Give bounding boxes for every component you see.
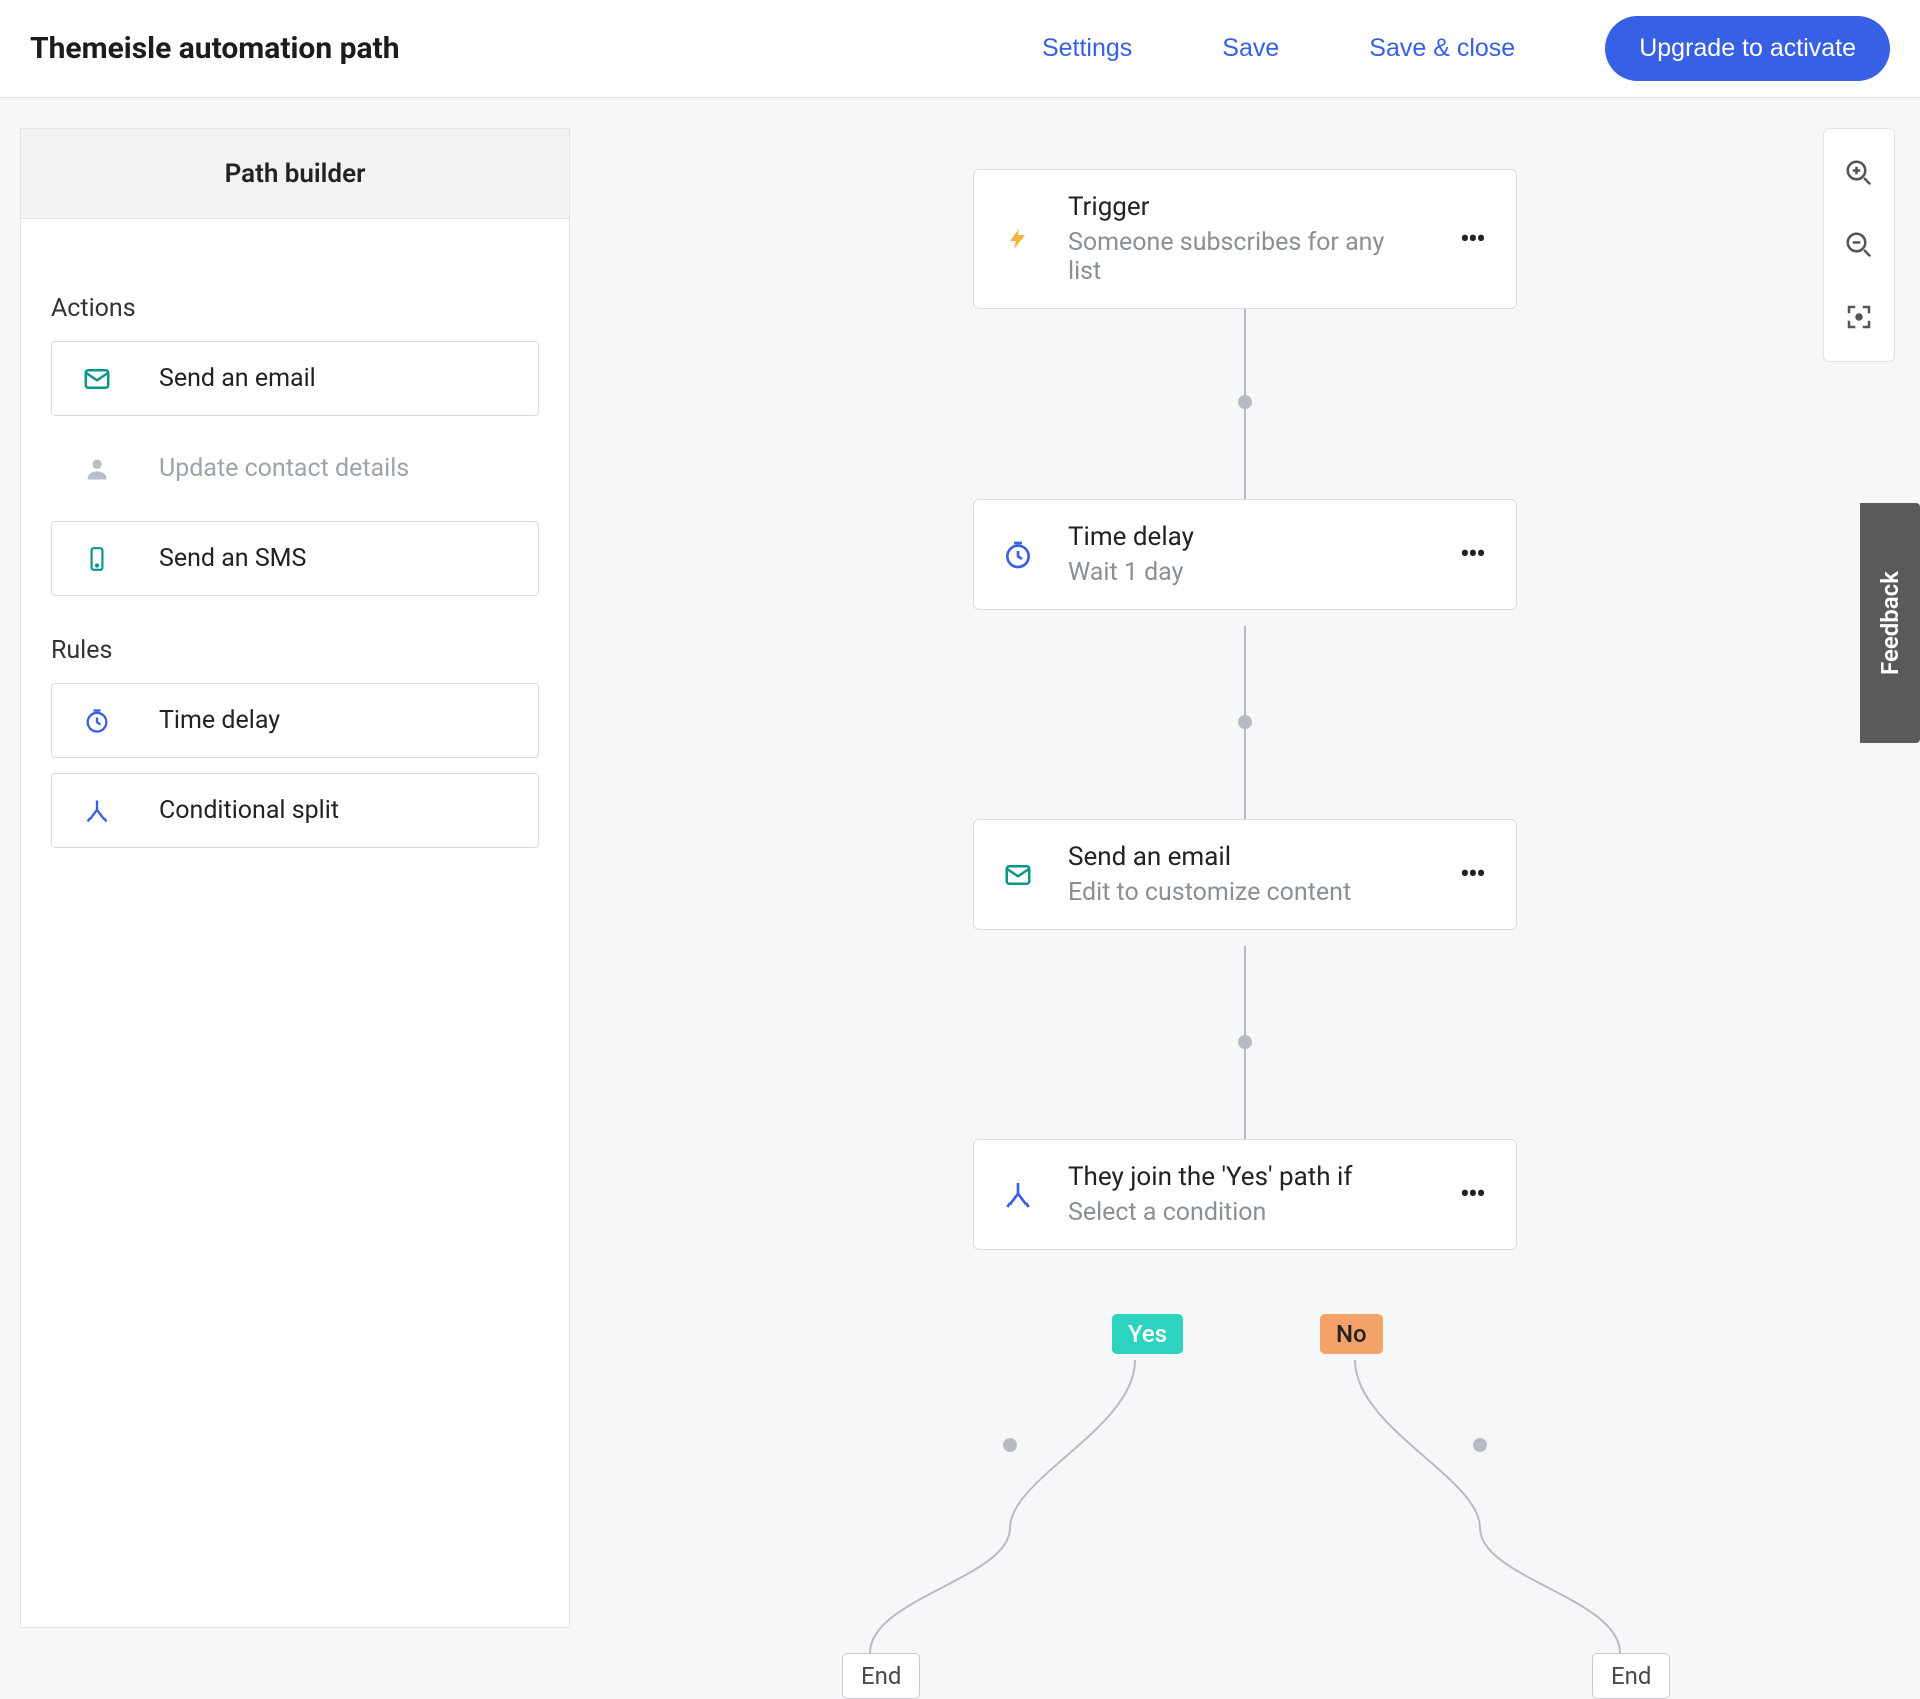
bolt-icon bbox=[998, 223, 1038, 255]
stopwatch-icon bbox=[80, 704, 114, 738]
branch-yes-label: Yes bbox=[1112, 1314, 1183, 1354]
action-label: Update contact details bbox=[159, 454, 409, 483]
action-send-email[interactable]: Send an email bbox=[51, 341, 539, 416]
person-icon bbox=[80, 452, 114, 486]
rules-section-label: Rules bbox=[51, 636, 539, 665]
mail-icon bbox=[998, 860, 1038, 890]
node-more-button[interactable]: ••• bbox=[1452, 1177, 1492, 1212]
split-icon bbox=[998, 1179, 1038, 1211]
header-actions: Settings Save Save & close Upgrade to ac… bbox=[1042, 16, 1890, 81]
sidebar: Path builder Actions Send an email Updat… bbox=[20, 128, 570, 1628]
app-header: Themeisle automation path Settings Save … bbox=[0, 0, 1920, 98]
rule-conditional-split[interactable]: Conditional split bbox=[51, 773, 539, 848]
save-button[interactable]: Save bbox=[1222, 34, 1279, 63]
node-trigger[interactable]: Trigger Someone subscribes for any list … bbox=[973, 169, 1517, 309]
settings-button[interactable]: Settings bbox=[1042, 34, 1132, 63]
stopwatch-icon bbox=[998, 539, 1038, 571]
node-subtitle: Wait 1 day bbox=[1068, 558, 1422, 587]
branch-no-label: No bbox=[1320, 1314, 1383, 1354]
upgrade-button[interactable]: Upgrade to activate bbox=[1605, 16, 1890, 81]
node-title: They join the 'Yes' path if bbox=[1068, 1162, 1422, 1192]
action-label: Send an SMS bbox=[159, 544, 306, 573]
node-more-button[interactable]: ••• bbox=[1452, 857, 1492, 892]
fit-screen-button[interactable] bbox=[1831, 289, 1887, 345]
page-title: Themeisle automation path bbox=[30, 31, 400, 66]
save-close-button[interactable]: Save & close bbox=[1369, 34, 1515, 63]
node-title: Send an email bbox=[1068, 842, 1422, 872]
node-conditional-split[interactable]: They join the 'Yes' path if Select a con… bbox=[973, 1139, 1517, 1250]
zoom-in-button[interactable] bbox=[1831, 145, 1887, 201]
mail-icon bbox=[80, 362, 114, 396]
node-title: Trigger bbox=[1068, 192, 1422, 222]
zoom-panel bbox=[1823, 128, 1895, 362]
action-update-contact: Update contact details bbox=[51, 431, 539, 506]
node-subtitle: Select a condition bbox=[1068, 1198, 1422, 1227]
node-send-email[interactable]: Send an email Edit to customize content … bbox=[973, 819, 1517, 930]
zoom-out-button[interactable] bbox=[1831, 217, 1887, 273]
node-more-button[interactable]: ••• bbox=[1452, 537, 1492, 572]
node-subtitle: Someone subscribes for any list bbox=[1068, 228, 1422, 286]
rule-time-delay[interactable]: Time delay bbox=[51, 683, 539, 758]
node-title: Time delay bbox=[1068, 522, 1422, 552]
action-label: Send an email bbox=[159, 364, 316, 393]
actions-section-label: Actions bbox=[51, 294, 539, 323]
node-more-button[interactable]: ••• bbox=[1452, 222, 1492, 257]
node-subtitle: Edit to customize content bbox=[1068, 878, 1422, 907]
flow-canvas[interactable]: Feedback Trigger Someone subscribes for … bbox=[590, 98, 1920, 1660]
rule-label: Conditional split bbox=[159, 796, 339, 825]
action-send-sms[interactable]: Send an SMS bbox=[51, 521, 539, 596]
node-time-delay[interactable]: Time delay Wait 1 day ••• bbox=[973, 499, 1517, 610]
phone-icon bbox=[80, 542, 114, 576]
feedback-tab[interactable]: Feedback bbox=[1860, 503, 1920, 743]
sidebar-title: Path builder bbox=[21, 129, 569, 219]
split-icon bbox=[80, 794, 114, 828]
rule-label: Time delay bbox=[159, 706, 280, 735]
